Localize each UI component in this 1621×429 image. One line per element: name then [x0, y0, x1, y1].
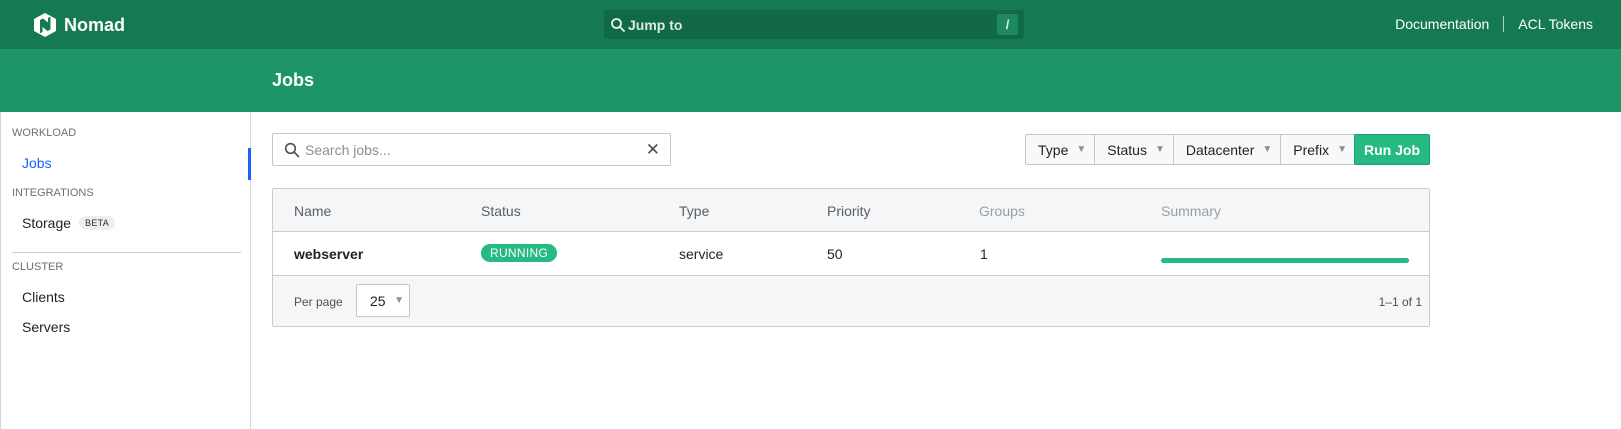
close-icon[interactable]: ✕ — [646, 140, 660, 160]
sidebar-item-label: Jobs — [22, 155, 52, 171]
link-divider — [1503, 16, 1505, 32]
column-header-status[interactable]: Status — [481, 203, 521, 219]
column-header-type[interactable]: Type — [679, 203, 709, 219]
jump-to-label: Jump to — [628, 16, 683, 33]
sidebar-section-workload: WORKLOAD — [12, 127, 77, 139]
sidebar-item-label: Clients — [22, 289, 65, 305]
sidebar: WORKLOAD Jobs INTEGRATIONS Storage BETA … — [0, 112, 251, 429]
app-name: Nomad — [64, 14, 126, 35]
sidebar-section-cluster: CLUSTER — [12, 261, 64, 273]
search-input[interactable] — [305, 140, 625, 160]
shortcut-key-badge: / — [997, 14, 1018, 35]
chevron-down-icon: ▼ — [1337, 144, 1347, 155]
nomad-logo-icon — [34, 13, 56, 37]
per-page-select[interactable]: 25 ▼ — [356, 284, 410, 317]
summary-bar-fill — [1161, 258, 1409, 263]
sidebar-item-jobs[interactable]: Jobs — [22, 155, 52, 171]
page-title: Jobs — [272, 70, 315, 90]
pagination-info: 1–1 of 1 — [1378, 295, 1422, 309]
per-page-label: Per page — [294, 295, 343, 309]
acl-tokens-link[interactable]: ACL Tokens — [1518, 16, 1593, 32]
column-header-groups: Groups — [979, 203, 1025, 219]
filter-label: Type — [1038, 141, 1069, 158]
column-header-name[interactable]: Name — [294, 203, 331, 219]
filter-label: Prefix — [1293, 141, 1330, 158]
column-header-summary: Summary — [1161, 203, 1221, 219]
top-links: Documentation ACL Tokens — [1395, 16, 1593, 32]
status-filter-dropdown[interactable]: Status ▼ — [1094, 135, 1173, 164]
job-name-link[interactable]: webserver — [294, 246, 363, 262]
filter-group: Type ▼ Status ▼ Datacenter ▼ Prefix ▼ — [1025, 134, 1356, 165]
datacenter-filter-dropdown[interactable]: Datacenter ▼ — [1172, 135, 1280, 164]
column-header-priority[interactable]: Priority — [827, 203, 871, 219]
job-type: service — [679, 246, 724, 262]
jump-to-search[interactable]: Jump to / — [604, 10, 1024, 39]
sidebar-item-servers[interactable]: Servers — [22, 319, 70, 335]
status-badge: RUNNING — [481, 244, 558, 262]
beta-badge: BETA — [79, 216, 116, 230]
sidebar-section-integrations: INTEGRATIONS — [12, 187, 94, 199]
jobs-table: Name Status Type Priority Groups Summary… — [272, 188, 1430, 327]
sidebar-item-storage[interactable]: Storage BETA — [22, 215, 116, 231]
active-indicator — [248, 148, 251, 180]
type-filter-dropdown[interactable]: Type ▼ — [1026, 135, 1094, 164]
chevron-down-icon: ▼ — [394, 295, 404, 306]
chevron-down-icon: ▼ — [1076, 144, 1087, 155]
filter-label: Status — [1107, 141, 1147, 158]
per-page-value: 25 — [370, 292, 386, 309]
search-icon — [611, 17, 625, 32]
brand-link[interactable]: Nomad — [34, 12, 125, 38]
chevron-down-icon: ▼ — [1262, 144, 1273, 155]
top-nav: Nomad Jump to / Documentation ACL Tokens — [0, 0, 1621, 49]
summary-bar — [1161, 258, 1409, 263]
chevron-down-icon: ▼ — [1154, 144, 1165, 155]
job-search-box: ✕ — [272, 133, 671, 166]
table-footer: Per page 25 ▼ 1–1 of 1 — [273, 276, 1429, 326]
search-icon — [284, 142, 300, 158]
job-priority: 50 — [827, 246, 843, 262]
prefix-filter-dropdown[interactable]: Prefix ▼ — [1280, 135, 1355, 164]
filter-label: Datacenter — [1185, 141, 1255, 158]
page-header: Jobs — [0, 49, 1621, 112]
table-row[interactable]: webserver RUNNING service 50 1 — [273, 232, 1429, 276]
sidebar-item-clients[interactable]: Clients — [22, 289, 65, 305]
sidebar-item-label: Storage — [22, 215, 72, 231]
sidebar-item-label: Servers — [22, 319, 71, 335]
job-groups: 1 — [980, 246, 988, 262]
run-job-button[interactable]: Run Job — [1354, 134, 1430, 165]
table-header: Name Status Type Priority Groups Summary — [273, 189, 1429, 232]
documentation-link[interactable]: Documentation — [1395, 16, 1489, 32]
sidebar-divider — [12, 252, 241, 253]
